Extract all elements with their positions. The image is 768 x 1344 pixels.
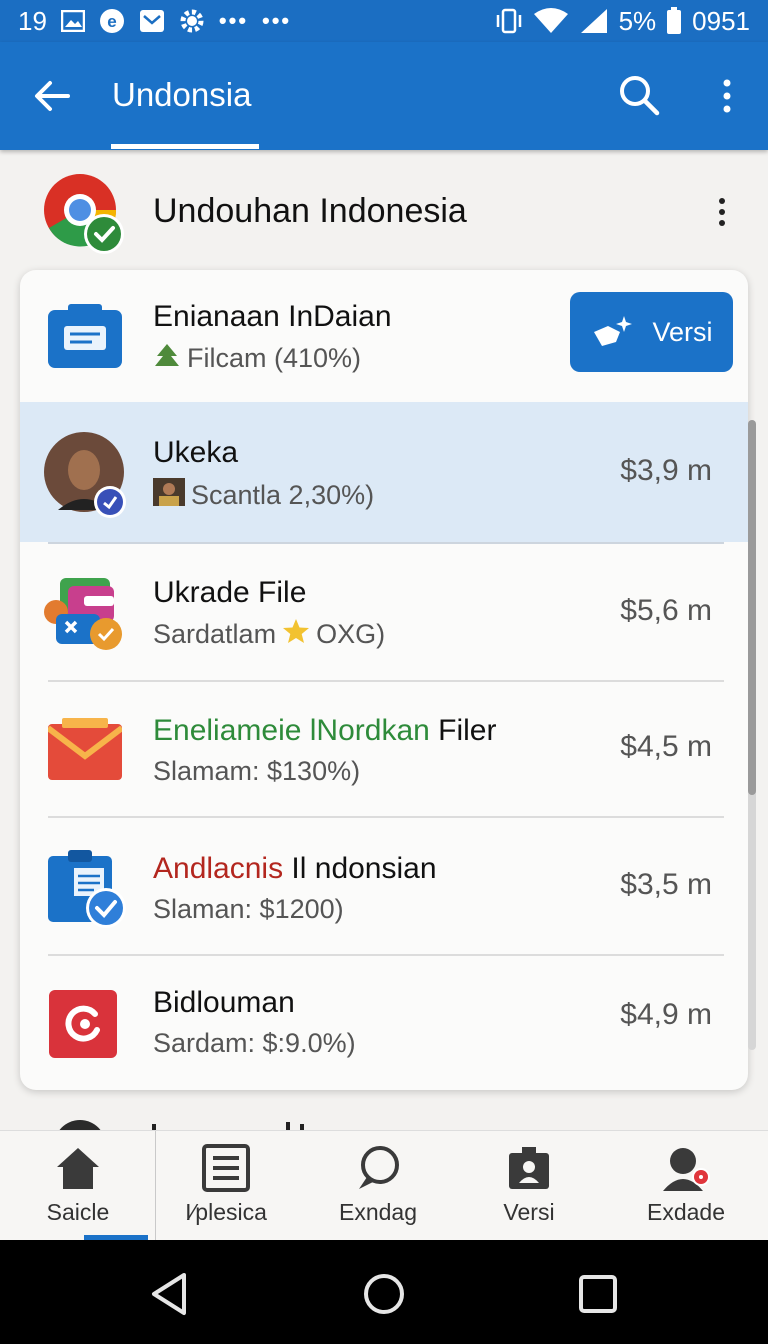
tab-indicator [111,144,259,149]
list-item-4[interactable]: Andlacnis Il ndonsian Slaman: $1200) $3,… [20,818,748,954]
item-name-part-b: Filer [438,714,497,747]
clipboard-check-icon [48,850,128,935]
app-bar-title[interactable]: Undonsia [112,76,251,114]
item-price: $3,5 m [620,868,712,901]
item-subtitle-text: Scantla 2,30%) [191,480,375,510]
apps-bundle-icon [42,574,128,661]
item-name-part-b: Il ndonsian [291,852,437,885]
item-subtitle-part-a: Sardatlam [153,619,277,649]
list-item-2[interactable]: Ukrade File Sardatlam OXG) $5,6 m [20,544,748,680]
list-item-0[interactable]: Enianaan InDaian Filcam (410%) Versi [20,270,748,402]
mail-icon [139,9,165,33]
recents-square-icon[interactable] [578,1274,618,1314]
nav-label: Exdade [646,1199,725,1225]
document-folder-icon [48,304,122,373]
vibrate-icon [495,8,523,34]
bottom-navigation: Saicle I⁄plesica Exndag Versi Exdade [0,1130,768,1241]
item-name: Ukeka [153,436,239,469]
search-button[interactable] [616,72,662,118]
overflow-menu-button[interactable] [712,76,742,116]
item-name: Andlacnis Il ndonsian [153,852,437,886]
list-item-5[interactable]: Bidlouman Sardam: $:9.0%) $4,9 m [20,956,748,1090]
list-item-3[interactable]: Eneliameie lNordkan Filer Slamam: $130%)… [20,682,748,818]
thumbnail-icon [153,478,185,513]
item-subtitle-part-b: OXG) [316,619,386,649]
item-name: Eneliameie lNordkan Filer [153,714,497,748]
battery-percent: 5% [618,5,657,36]
nav-item-list[interactable]: I⁄plesica [156,1131,296,1241]
chrome-logo-icon [42,172,126,256]
wifi-icon [533,8,569,34]
system-navigation-bar [0,1240,768,1344]
scrollbar[interactable] [748,420,756,795]
nav-label: I⁄plesica [185,1199,267,1225]
item-price: $5,6 m [620,594,712,627]
battery-icon [666,7,682,35]
versi-button-label: Versi [652,316,713,347]
item-subtitle: Scantla 2,30%) [153,478,374,513]
more-vert-icon [723,79,731,113]
list-icon [202,1144,250,1192]
svg-text:e: e [107,12,116,31]
profile-icon [663,1148,710,1191]
file-list-card: Enianaan InDaian Filcam (410%) Versi Uke… [20,270,748,1090]
magic-star-icon [594,316,633,346]
section-title: Undouhan Indonesia [153,192,467,230]
item-name: Ukrade File [153,576,307,609]
status-time-left: 19 [18,5,47,36]
status-clock: 0951 [692,5,750,36]
nav-label: Versi [503,1199,555,1225]
item-name-part-a: Eneliameie lNordkan [153,714,430,747]
app-bar: Undonsia [0,42,768,150]
section-more-button[interactable] [710,196,734,228]
app-red-logo-icon [49,990,117,1063]
item-price: $3,9 m [620,454,712,487]
nav-item-chat[interactable]: Exndag [304,1131,452,1241]
item-subtitle: Slamam: $130%) [153,756,361,786]
item-subtitle: Sardatlam OXG) [153,618,385,651]
notification-dots-2: ••• [262,8,292,33]
notification-dots: ••• [218,8,249,33]
back-triangle-icon[interactable] [150,1272,190,1316]
star-icon [282,618,310,651]
browser-icon: e [99,8,125,34]
search-icon [620,76,660,116]
section-header: Undouhan Indonesia [0,150,768,270]
nav-item-home[interactable]: Saicle [0,1131,156,1241]
item-subtitle: Slaman: $1200) [153,894,344,924]
back-button[interactable] [30,74,74,118]
image-icon [60,10,85,32]
home-circle-icon[interactable] [362,1272,406,1316]
more-vert-icon [719,198,725,226]
item-price: $4,9 m [620,998,712,1031]
mail-envelope-icon [46,718,124,785]
avatar [44,430,128,525]
nav-item-profile[interactable]: Exdade [608,1131,764,1241]
item-name-part-a: Andlacnis [153,852,284,885]
status-bar: 19 e ••• ••• 5% 0951 [0,0,768,42]
nav-label: Exndag [338,1199,417,1225]
settings-icon [179,8,205,34]
item-name: Bidlouman [153,986,295,1019]
item-name: Enianaan InDaian [153,300,392,333]
arrow-left-icon [35,81,70,111]
item-price: $4,5 m [620,730,712,763]
next-row-peek [0,1100,768,1132]
list-item-1[interactable]: Ukeka Scantla 2,30%) $3,9 m [20,402,748,542]
item-subtitle-text: Filcam (410%) [187,343,362,373]
tree-icon [153,342,181,375]
item-subtitle: Sardam: $:9.0%) [153,1028,356,1058]
home-icon [57,1148,99,1189]
chat-icon [359,1146,399,1189]
badge-icon [509,1147,549,1189]
item-subtitle: Filcam (410%) [153,342,361,375]
nav-label: Saicle [46,1199,110,1225]
nav-item-versi[interactable]: Versi [456,1131,602,1241]
versi-button[interactable]: Versi [570,292,733,372]
signal-icon [579,8,609,34]
